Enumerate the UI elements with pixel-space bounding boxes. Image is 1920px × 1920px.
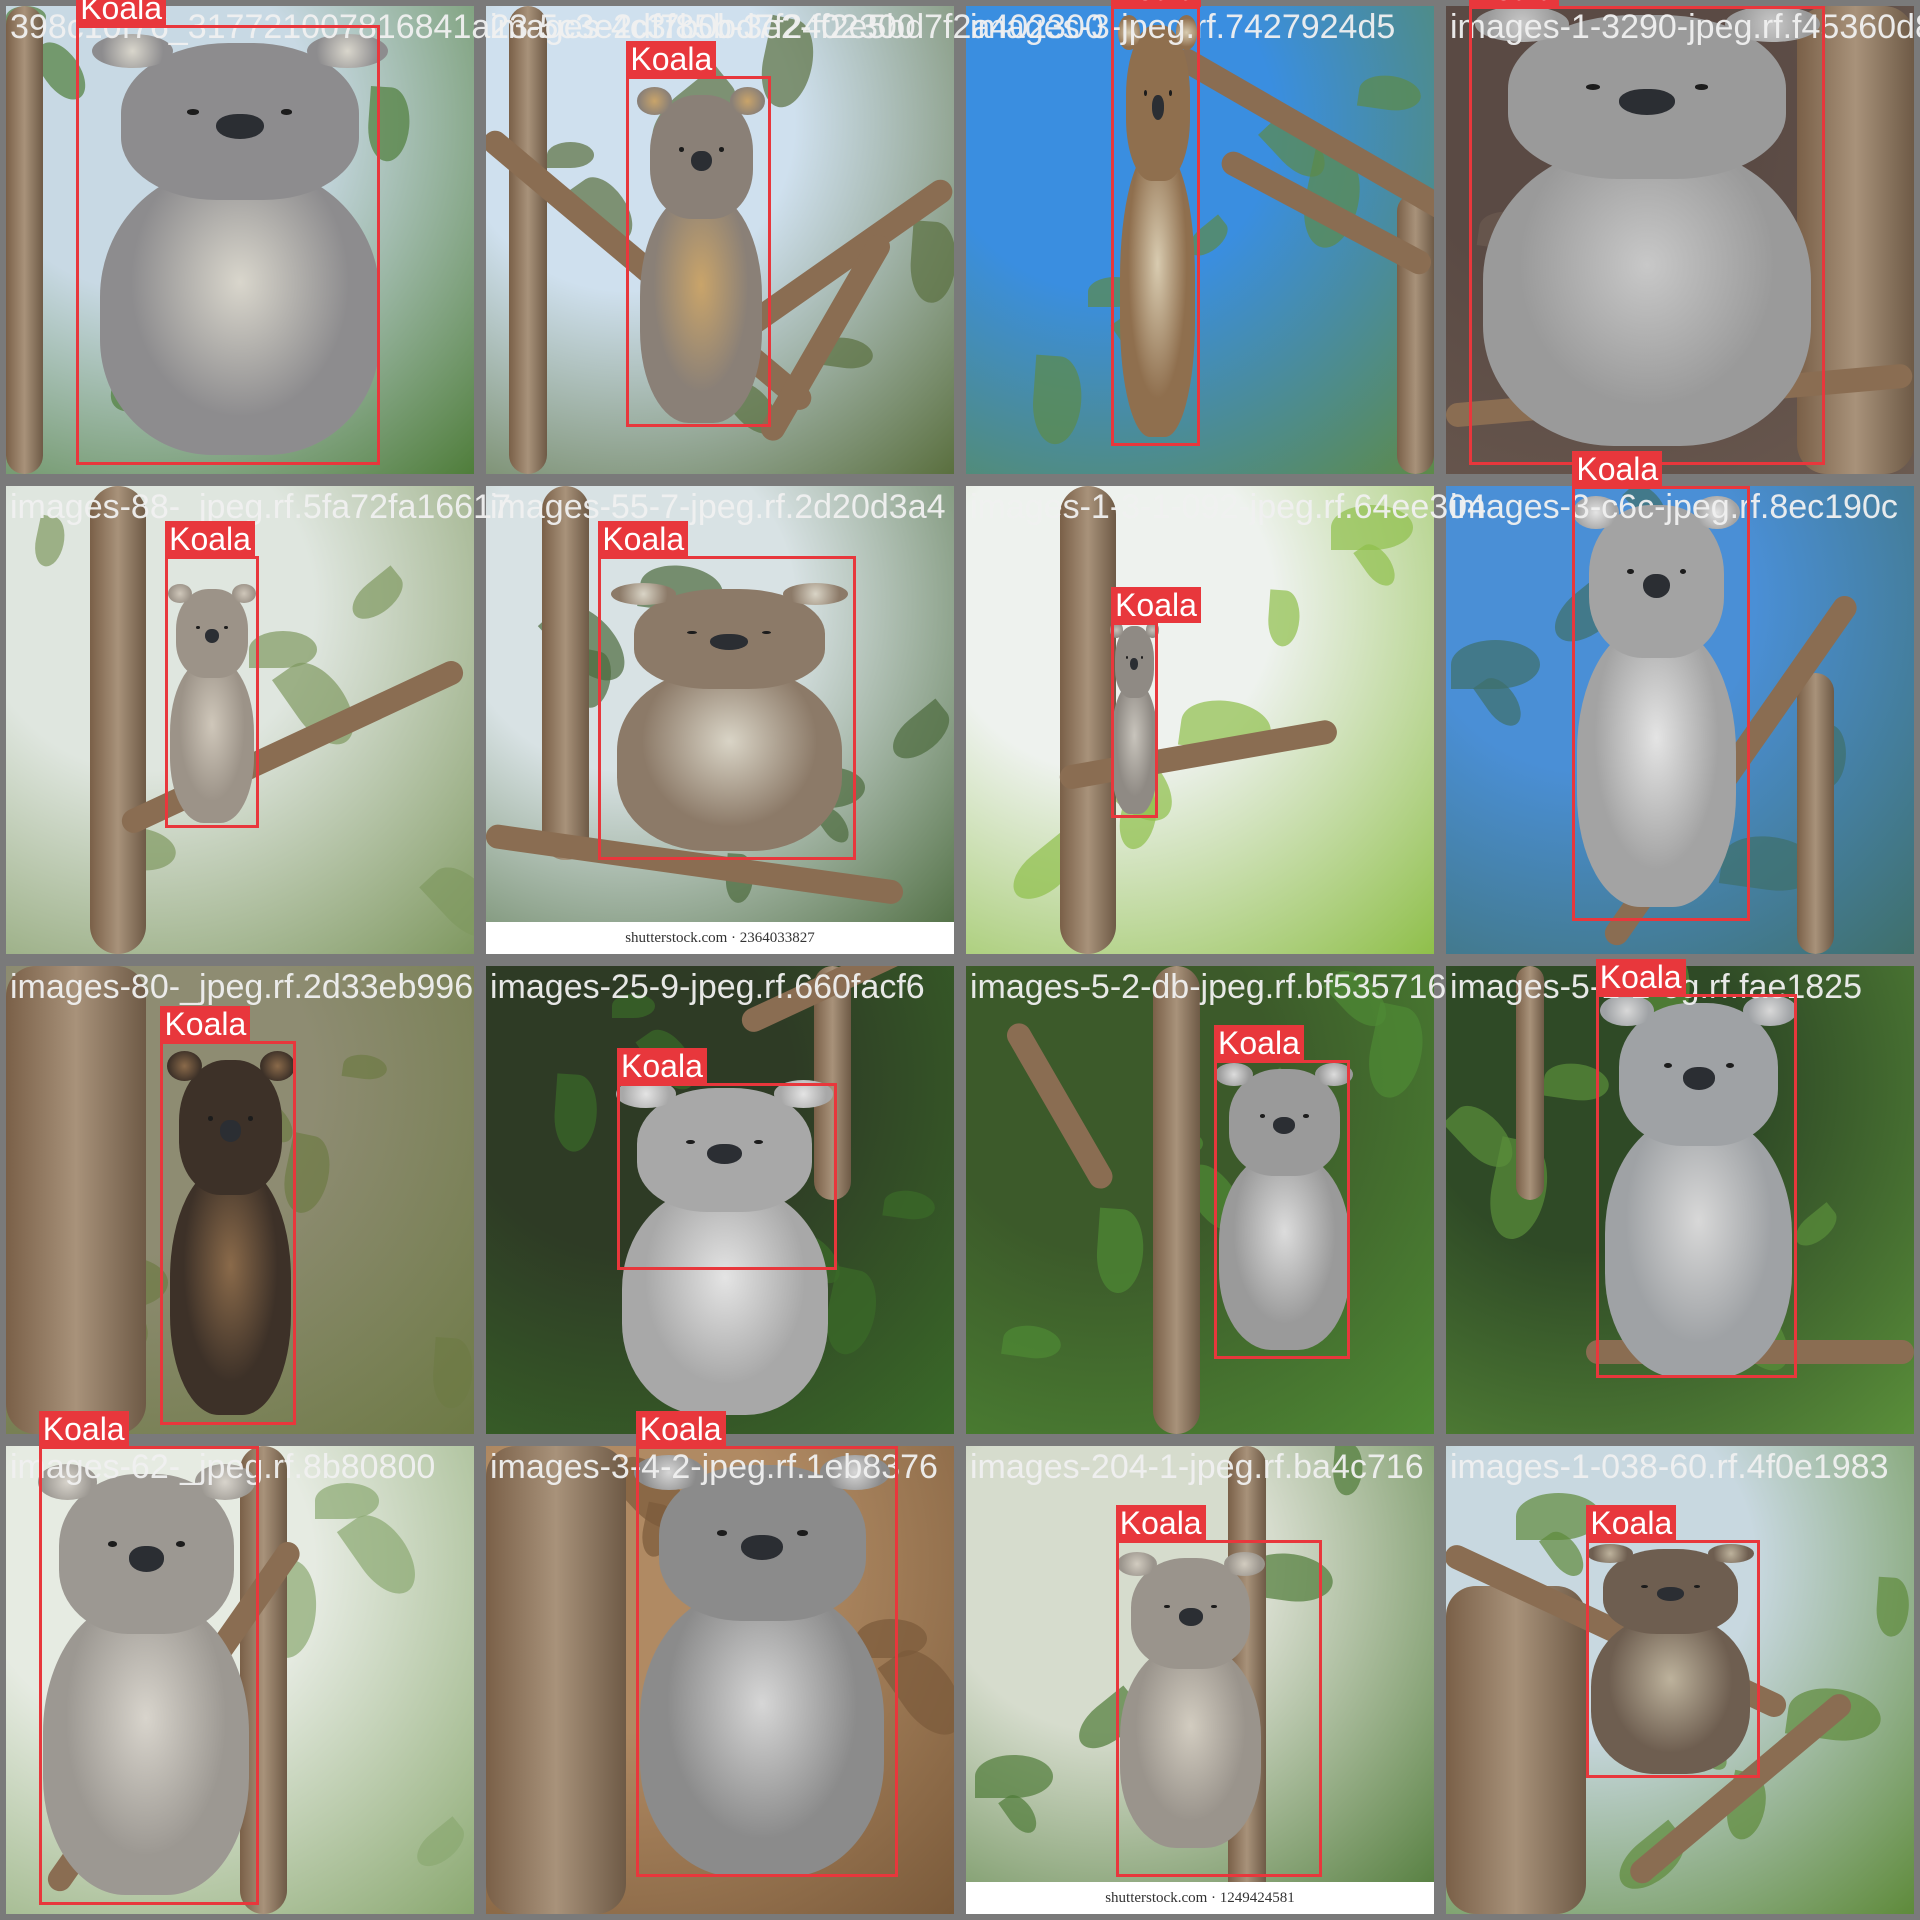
detection-box: Koala (626, 41, 772, 428)
tree-trunk (1059, 486, 1116, 954)
detection-label: Koala (1595, 959, 1686, 996)
leaf-cluster (314, 1483, 379, 1519)
detection-box: Koala (635, 1411, 898, 1877)
image-tile[interactable]: images-5-1-2-eg.rf.fae1825Koala (1440, 959, 1920, 1440)
tree-trunk (542, 486, 589, 861)
detection-label: Koala (160, 1005, 251, 1042)
detection-box: Koala (1595, 959, 1797, 1378)
detection-box: Koala (1572, 451, 1751, 922)
image-tile[interactable]: 398c10f76_317721007816841a23-5c3e2df7b0b… (0, 0, 916, 480)
koala-photo (966, 966, 1434, 1434)
image-tile[interactable]: images-88-_jpeg.rf.5fa72fa16617 Koala (0, 480, 511, 960)
image-tile[interactable]: images-3-4-2-jpeg.rf.1eb8376 Koala (480, 1411, 960, 1920)
tree-trunk (1153, 966, 1200, 1434)
detection-box: Koala (1111, 0, 1201, 446)
koala-photo (966, 6, 1434, 474)
tree-trunk (509, 6, 547, 474)
detection-label: Koala (635, 1411, 726, 1447)
tree-trunk (6, 966, 147, 1434)
detection-label: Koala (38, 1411, 129, 1447)
image-tile[interactable]: images-4c3f85b-3e2-ff2e5bd7f2a402300 Koal… (480, 0, 1104, 480)
image-tile[interactable]: images-80-_jpeg.rf.2d33eb996 Koala (0, 960, 480, 1440)
image-tile[interactable]: images-3-jpeg.rf.7427924d5Koala (960, 0, 1440, 480)
leaf-cluster (546, 141, 594, 168)
stock-watermark: shutterstock.com · 1249424581 (966, 1882, 1434, 1914)
image-tile[interactable]: images-1-3-1-092-jpeg.rf.64ee304 Koala (960, 480, 1486, 960)
detection-box: Koala (598, 521, 856, 861)
detection-label: Koala (598, 521, 689, 558)
image-tile[interactable]: shutterstock.com · 1249424581 images-204-… (960, 1440, 1440, 1920)
detection-label: Koala (1111, 586, 1201, 623)
image-mosaic: 398c10f76_317721007816841a23-5c3e2df7b0b… (0, 0, 1920, 1920)
detection-label: Koala (617, 1048, 707, 1084)
image-tile[interactable]: images-1-3290-jpeg.rf.f45360d8Koala (1440, 0, 1920, 480)
detection-label: Koala (626, 41, 717, 78)
tree-trunk (90, 486, 147, 954)
detection-box: Koala (76, 0, 381, 465)
detection-label: Koala (1115, 1504, 1206, 1541)
tree-trunk (1516, 966, 1545, 1200)
detection-box: Koala (1214, 1024, 1350, 1360)
detection-label: Koala (1586, 1504, 1677, 1541)
detection-box: Koala (1111, 586, 1201, 819)
detection-label: Koala (1469, 0, 1560, 7)
stock-watermark: shutterstock.com · 2364033827 (486, 922, 954, 954)
image-tile[interactable]: images-5-2-db-jpeg.rf.bf535716 Koala (960, 960, 1446, 1440)
detection-box: Koala (160, 1005, 297, 1425)
detection-label: Koala (1111, 0, 1201, 7)
detection-box: Koala (1115, 1504, 1322, 1877)
leaf-cluster (1331, 504, 1414, 550)
detection-box: Koala (38, 1411, 259, 1905)
detection-box: Koala (1469, 0, 1826, 465)
leaf-cluster (975, 1754, 1054, 1798)
detection-box: Koala (165, 521, 259, 828)
detection-label: Koala (165, 521, 255, 558)
image-tile[interactable]: images-3-c6c-jpeg.rf.8ec190c Koala (1440, 451, 1920, 960)
leaf-cluster (908, 220, 954, 305)
detection-label: Koala (1572, 451, 1663, 487)
detection-label: Koala (76, 0, 167, 26)
leaf-cluster (612, 994, 656, 1018)
detection-box: Koala (1586, 1504, 1760, 1779)
detection-box: Koala (617, 1048, 837, 1271)
image-tile[interactable]: images-62-_jpeg.rf.8b80800 Koala (0, 1411, 480, 1920)
tree-trunk (1396, 193, 1434, 474)
tree-trunk (1446, 1586, 1587, 1914)
image-tile[interactable]: images-1-038-60.rf.4f0e1983 Koala (1440, 1440, 1920, 1920)
tree-trunk (1797, 673, 1835, 954)
detection-label: Koala (1214, 1024, 1304, 1061)
tree-trunk (486, 1446, 627, 1914)
image-tile[interactable]: shutterstock.com · 2364033827 images-55-7… (480, 480, 960, 960)
koala-photo (966, 486, 1434, 954)
tree-trunk (6, 6, 44, 474)
image-tile[interactable]: images-25-9-jpeg.rf.660facf6 Koala (480, 960, 960, 1440)
